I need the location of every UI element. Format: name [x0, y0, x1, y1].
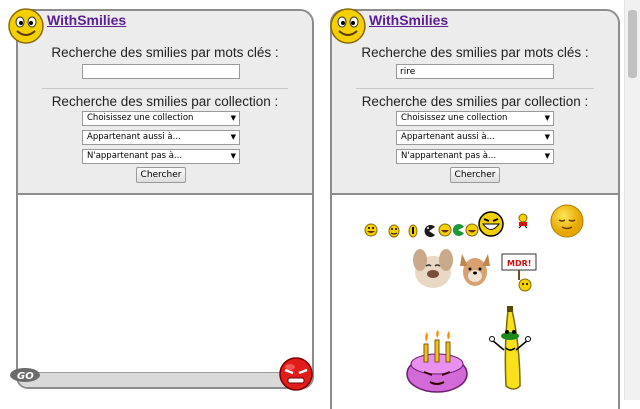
collection-select-value: Choisissez une collection [401, 113, 508, 123]
app-title-link[interactable]: WithSmilies [369, 12, 448, 28]
go-logo-icon: GO [10, 368, 40, 382]
birthday-cake-icon[interactable] [402, 330, 472, 394]
laughing-smiley-icon[interactable] [438, 223, 452, 237]
also-belongs-select-value: Appartenant aussi à... [401, 132, 495, 142]
sleepy-smiley-icon[interactable] [549, 203, 585, 239]
collection-select-value: Choisissez une collection [87, 113, 194, 123]
dropdown-arrow-icon: ▼ [230, 114, 236, 122]
dancing-smiley-icon[interactable] [516, 212, 530, 230]
results-area [18, 195, 312, 387]
search-button[interactable]: Chercher [450, 167, 500, 183]
angry-smiley-icon[interactable] [276, 356, 316, 392]
grin-smiley-icon[interactable] [388, 224, 400, 238]
sign-text: MDR! [507, 259, 531, 268]
search-button[interactable]: Chercher [136, 167, 186, 183]
left-panel: Recherche des smilies par mots clés : Re… [16, 9, 314, 389]
green-pacman-icon[interactable] [452, 223, 464, 237]
puppy-image[interactable] [458, 248, 492, 290]
dropdown-arrow-icon: ▼ [544, 114, 550, 122]
collection-select[interactable]: Choisissez une collection ▼ [396, 111, 554, 126]
dropdown-arrow-icon: ▼ [230, 152, 236, 160]
keyword-input[interactable] [82, 64, 240, 79]
collection-label: Recherche des smilies par collection : [361, 94, 589, 109]
pacman-smiley-icon[interactable] [422, 224, 436, 238]
smiley-logo-icon [330, 8, 366, 44]
laughing-dog-image[interactable] [410, 244, 456, 290]
panel-footer [18, 372, 312, 387]
not-belongs-select[interactable]: N'appartenant pas à... ▼ [396, 149, 554, 164]
keyword-input[interactable]: rire [396, 64, 554, 79]
wink-smiley-icon[interactable] [408, 224, 418, 238]
divider [42, 88, 288, 89]
keywords-label: Recherche des smilies par mots clés : [51, 45, 279, 60]
not-belongs-select[interactable]: N'appartenant pas à... ▼ [82, 149, 240, 164]
keywords-label: Recherche des smilies par mots clés : [361, 45, 589, 60]
app-title-link[interactable]: WithSmilies [47, 12, 126, 28]
big-grin-smiley-icon[interactable] [477, 210, 505, 238]
not-belongs-select-value: N'appartenant pas à... [87, 151, 183, 161]
vertical-scrollbar[interactable] [624, 0, 640, 400]
mdr-sign-smiley-icon[interactable]: MDR! [498, 250, 540, 292]
smiley-logo-icon [8, 8, 44, 44]
collection-select[interactable]: Choisissez une collection ▼ [82, 111, 240, 126]
also-belongs-select[interactable]: Appartenant aussi à... ▼ [82, 130, 240, 145]
dropdown-arrow-icon: ▼ [544, 152, 550, 160]
not-belongs-select-value: N'appartenant pas à... [401, 151, 497, 161]
dancing-banana-icon[interactable] [486, 306, 536, 398]
search-form: Recherche des smilies par mots clés : ri… [332, 11, 618, 195]
collection-label: Recherche des smilies par collection : [51, 94, 279, 109]
scrollbar-thumb[interactable] [628, 10, 637, 78]
laughing-smiley-icon[interactable] [364, 223, 378, 237]
also-belongs-select-value: Appartenant aussi à... [87, 132, 181, 142]
divider [356, 88, 594, 89]
svg-text:GO: GO [17, 371, 34, 382]
dropdown-arrow-icon: ▼ [230, 133, 236, 141]
dropdown-arrow-icon: ▼ [544, 133, 550, 141]
search-form: Recherche des smilies par mots clés : Re… [18, 11, 312, 195]
also-belongs-select[interactable]: Appartenant aussi à... ▼ [396, 130, 554, 145]
